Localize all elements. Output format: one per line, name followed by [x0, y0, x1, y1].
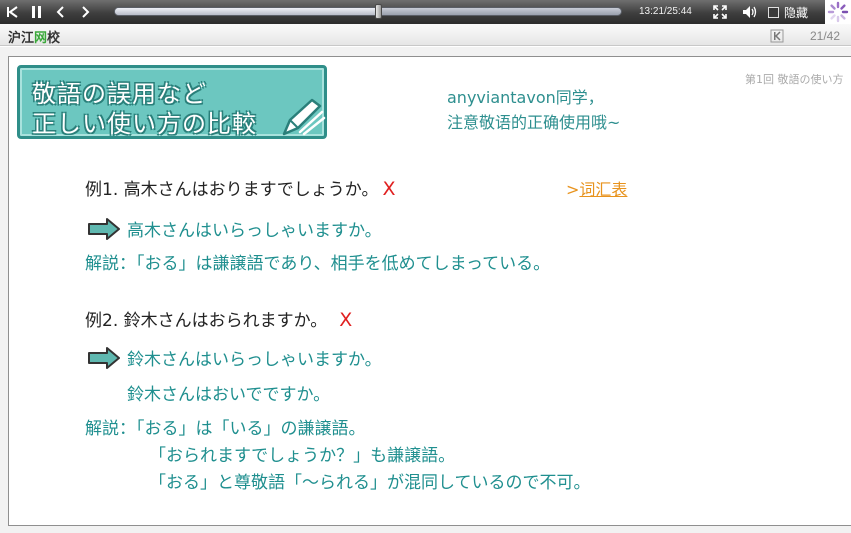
example-2-explanation-2: 「おられますでしょうか？」も謙譲語。 [149, 446, 456, 466]
student-greeting: anyviantavon同学， 注意敬语的正确使用哦~ [447, 88, 621, 132]
previous-icon[interactable] [52, 3, 68, 21]
example-1-explanation: 解説：「おる」は謙譲語であり、相手を低めてしまっている。 [85, 254, 551, 274]
progress-fill [115, 8, 379, 15]
hide-label: 隐藏 [784, 6, 809, 20]
course-header-bar: 沪江网校 21/42 [0, 24, 851, 46]
example-2-answer-1: 鈴木さんはいらっしゃいますか。 [127, 350, 382, 370]
wrong-mark: X [339, 309, 353, 331]
hujiang-logo: 沪江网校 [8, 31, 61, 46]
fullscreen-icon[interactable] [712, 3, 728, 21]
vocabulary-link[interactable]: >词汇表 [566, 176, 627, 200]
player-control-bar: 13:21/25:44 隐藏 [0, 0, 851, 24]
slide-title-banner: 敬語の誤用など 正しい使い方の比較 [17, 65, 327, 139]
wrong-mark: X [382, 178, 396, 200]
example-2-explanation-1: 解説：「おる」は「いる」の謙譲語。 [85, 419, 366, 439]
next-icon[interactable] [78, 3, 94, 21]
hide-toggle[interactable]: 隐藏 [768, 4, 808, 21]
slide-stage: 敬語の誤用など 正しい使い方の比較 anyviantavon同学， 注意敬语的正… [0, 47, 851, 533]
example-2-answer-2: 鈴木さんはおいでですか。 [127, 385, 331, 405]
progress-slider[interactable] [114, 4, 622, 19]
example-2-explanation-3: 「おる」と尊敬語「～られる」が混同しているので不可。 [149, 473, 591, 493]
first-page-icon[interactable] [770, 28, 784, 43]
slide-content: 敬語の誤用など 正しい使い方の比較 anyviantavon同学， 注意敬语的正… [8, 56, 851, 526]
arrow-right-icon [88, 218, 120, 240]
arrow-right-icon [88, 347, 120, 369]
pause-icon[interactable] [28, 3, 46, 21]
loading-spinner-icon [825, 0, 851, 24]
progress-handle[interactable] [375, 4, 383, 19]
volume-icon[interactable] [741, 3, 759, 21]
time-readout: 13:21/25:44 [639, 6, 692, 17]
skip-back-icon[interactable] [3, 3, 21, 21]
slide-title-line2: 正しい使い方の比較 [32, 110, 257, 138]
pen-icon [282, 98, 326, 136]
chapter-note: 第1回 敬語の使い方 [745, 73, 844, 86]
example-1: 例1. 高木さんはおりますでしょうか。 X [85, 178, 396, 200]
example-1-answer: 高木さんはいらっしゃいますか。 [127, 221, 382, 241]
example-2: 例2. 鈴木さんはおられますか。 X [85, 309, 353, 331]
hide-checkbox[interactable] [768, 7, 779, 18]
page-counter: 21/42 [810, 29, 841, 43]
